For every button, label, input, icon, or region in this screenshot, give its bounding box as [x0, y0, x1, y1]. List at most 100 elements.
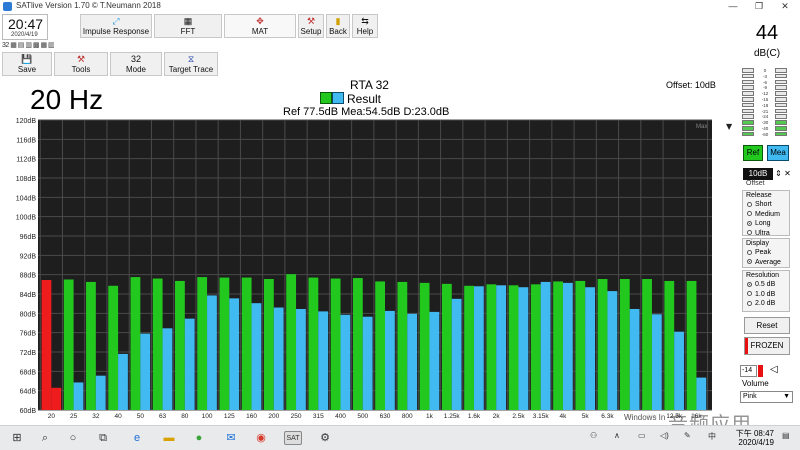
noise-type-select[interactable]: Pink ▼: [740, 391, 793, 403]
y-tick-label: 108dB: [16, 176, 37, 183]
release-option[interactable]: Ultra: [743, 229, 789, 239]
tray-people-icon[interactable]: ⚇: [590, 431, 597, 440]
mat-label: MAT: [251, 27, 269, 36]
settings-gear-icon[interactable]: ⚙: [318, 431, 332, 445]
help-button[interactable]: ⇆ Help: [352, 14, 378, 38]
frozen-label: FROZEN: [750, 341, 784, 350]
offset-value-field[interactable]: 10dB: [743, 168, 773, 180]
notification-icon[interactable]: ▤: [782, 431, 790, 440]
mode-button[interactable]: 32 Mode: [110, 52, 162, 76]
ref-bar: [352, 278, 363, 410]
help-icon: ⇆: [361, 16, 369, 26]
target-trace-icon: ⧖: [187, 54, 195, 64]
save-label: Save: [17, 65, 37, 74]
meter-cell: [742, 102, 754, 108]
mea-bar: [674, 331, 684, 410]
fft-button[interactable]: ▦ FFT: [154, 14, 222, 38]
impulse-response-button[interactable]: ⤢ Impulse Response: [80, 14, 152, 38]
input-language-indicator[interactable]: 中: [708, 431, 716, 442]
tray-chevron-up-icon[interactable]: ∧: [614, 431, 620, 440]
volume-field[interactable]: -14: [740, 365, 757, 377]
y-tick-label: 88dB: [20, 273, 37, 280]
ref-bar: [664, 280, 675, 410]
file-explorer-icon[interactable]: ▬: [162, 431, 176, 445]
y-tick-label: 76dB: [20, 331, 37, 338]
mea-bar: [73, 382, 84, 410]
speaker-icon[interactable]: ◁: [770, 364, 778, 375]
back-button[interactable]: ▮ Back: [326, 14, 350, 38]
reset-button[interactable]: Reset: [744, 317, 790, 334]
x-tick-label: 32: [92, 413, 100, 420]
ref-bar: [508, 285, 519, 410]
edge-browser-icon[interactable]: e: [130, 431, 144, 445]
close-button[interactable]: ✕: [772, 0, 798, 13]
ref-bar: [108, 285, 119, 410]
resolution-option[interactable]: 2.0 dB: [743, 299, 789, 309]
taskbar-clock[interactable]: 下午 08:47 2020/4/19: [728, 429, 774, 447]
meter-cell: [775, 102, 787, 108]
tools-button[interactable]: ⚒ Tools: [54, 52, 108, 76]
mea-bar: [162, 328, 173, 410]
x-tick-label: 400: [335, 413, 346, 420]
mea-bar: [429, 311, 440, 410]
resolution-option-label: 2.0 dB: [755, 300, 776, 307]
mini-toolbar-icons[interactable]: 32 ▦ ▤ ▥ ▩ ▦ ▥: [2, 41, 78, 51]
mea-button[interactable]: Mea: [767, 145, 789, 161]
volume-marker[interactable]: [758, 365, 763, 377]
ref-bar: [152, 278, 163, 410]
mea-bar: [385, 310, 395, 410]
frequency-readout: 20 Hz: [30, 84, 104, 115]
x-tick-label: 25: [70, 413, 78, 420]
search-icon[interactable]: ⌕: [38, 431, 52, 445]
ref-button[interactable]: Ref: [743, 145, 763, 161]
release-option[interactable]: Short: [743, 200, 789, 210]
display-option[interactable]: Average: [743, 258, 789, 268]
save-button[interactable]: 💾 Save: [2, 52, 52, 76]
satlive-taskbar-icon[interactable]: SAT: [284, 431, 302, 445]
tray-volume-icon[interactable]: ◁): [660, 431, 669, 440]
app-green-icon[interactable]: ●: [192, 431, 206, 445]
x-tick-label: 500: [357, 413, 368, 420]
ref-bar: [308, 277, 319, 410]
offset-clear-icon[interactable]: ✕: [783, 168, 792, 180]
noise-type-value: Pink: [743, 393, 757, 400]
tray-network-icon[interactable]: ▭: [638, 431, 646, 440]
chrome-icon[interactable]: ◉: [254, 431, 268, 445]
resolution-option[interactable]: 0.5 dB: [743, 280, 789, 290]
mat-icon: ✥: [256, 16, 264, 26]
mea-bar: [407, 313, 418, 410]
mail-icon[interactable]: ✉: [224, 431, 238, 445]
display-option[interactable]: Peak: [743, 248, 789, 258]
y-tick-label: 104dB: [16, 195, 37, 202]
mea-bar: [540, 281, 551, 410]
rta-chart[interactable]: 60dB 64dB 68dB 72dB 76dB 80dB 84dB 88dB 92dB 96dB…: [0, 117, 740, 422]
maximize-button[interactable]: ❐: [746, 0, 772, 13]
mat-button[interactable]: ✥ MAT: [224, 14, 296, 38]
x-tick-label: 800: [402, 413, 413, 420]
y-tick-label: 120dB: [16, 118, 37, 125]
resolution-option[interactable]: 1.0 dB: [743, 290, 789, 300]
ref-bar: [241, 277, 252, 410]
radio-icon: [747, 259, 752, 264]
task-view-icon[interactable]: ⧉: [96, 431, 110, 445]
y-tick-label: 64dB: [20, 389, 37, 396]
ref-bar: [530, 284, 541, 410]
ref-bar: [575, 280, 586, 410]
mea-bar: [229, 298, 240, 410]
target-trace-button[interactable]: ⧖ Target Trace: [164, 52, 218, 76]
mea-bar: [118, 353, 128, 410]
radio-icon: [747, 291, 752, 296]
ref-bar: [464, 285, 474, 410]
windows-start-icon[interactable]: ⊞: [10, 431, 24, 445]
setup-button[interactable]: ⚒ Setup: [298, 14, 324, 38]
tray-pen-icon[interactable]: ✎: [684, 431, 691, 440]
offset-spin-icon[interactable]: ⇕: [774, 168, 783, 180]
cortana-icon[interactable]: ○: [66, 431, 80, 445]
chart-scroll-icon[interactable]: ▼: [726, 122, 733, 131]
frozen-button[interactable]: FROZEN: [744, 337, 790, 355]
meter-cell: [775, 108, 787, 114]
release-option[interactable]: Medium: [743, 210, 789, 220]
minimize-button[interactable]: —: [720, 0, 746, 13]
mea-bar: [95, 375, 106, 410]
release-option[interactable]: Long: [743, 219, 789, 229]
